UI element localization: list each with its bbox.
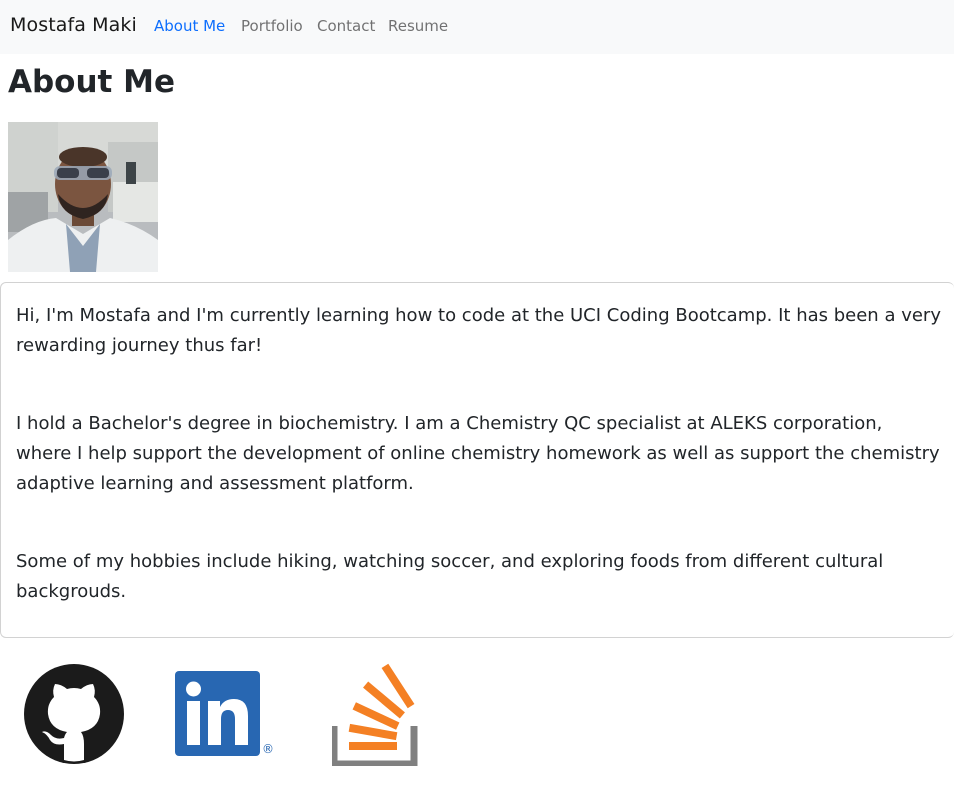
linkedin-link[interactable]: ® <box>174 670 278 760</box>
stackoverflow-link[interactable] <box>330 662 420 768</box>
navbar: Mostafa Maki About Me Portfolio Contact … <box>0 0 954 54</box>
bio-paragraph-hobbies: Some of my hobbies include hiking, watch… <box>16 551 884 602</box>
nav-link-about-me[interactable]: About Me <box>154 17 225 35</box>
profile-photo <box>8 122 158 272</box>
github-link[interactable] <box>24 664 124 764</box>
page-title: About Me <box>8 64 176 100</box>
bio-paragraph-intro: Hi, I'm Mostafa and I'm currently learni… <box>16 305 941 356</box>
nav-link-resume[interactable]: Resume <box>388 17 448 35</box>
nav-link-contact[interactable]: Contact <box>317 17 375 35</box>
nav-link-portfolio[interactable]: Portfolio <box>241 17 303 35</box>
registered-mark: ® <box>262 742 274 756</box>
bio-card: Hi, I'm Mostafa and I'm currently learni… <box>0 282 954 638</box>
github-icon <box>24 664 124 768</box>
stackoverflow-icon <box>330 663 420 770</box>
bio-paragraph-education: I hold a Bachelor's degree in biochemist… <box>16 413 940 494</box>
brand-link[interactable]: Mostafa Maki <box>10 14 137 36</box>
